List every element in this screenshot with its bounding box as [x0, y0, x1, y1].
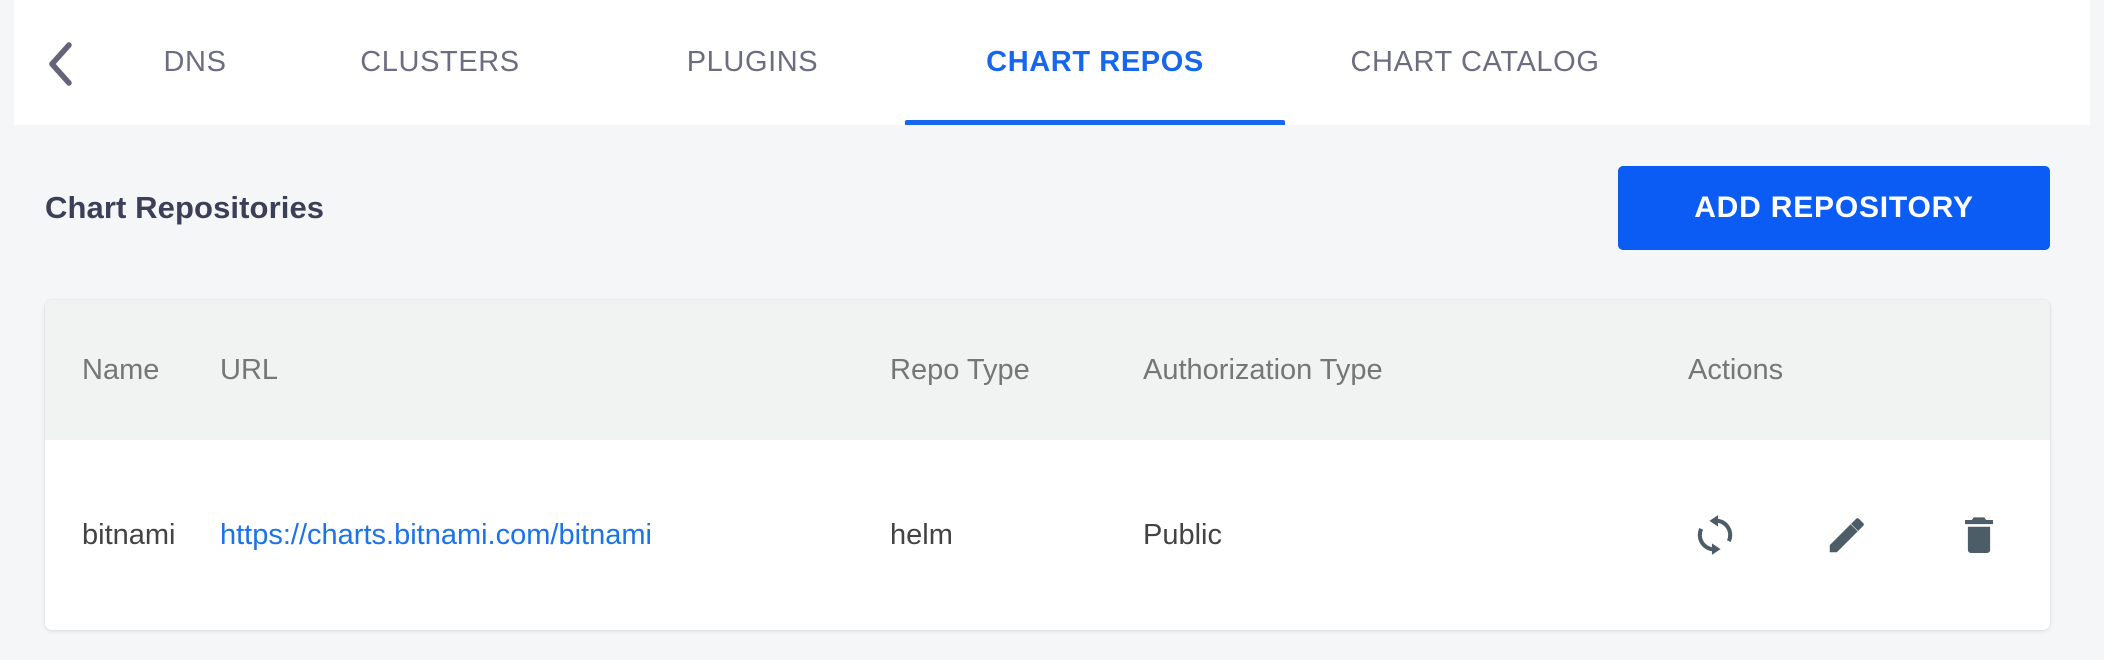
chart-repositories-table: Name URL Repo Type Authorization Type Ac…: [45, 300, 2050, 630]
tab-clusters[interactable]: CLUSTERS: [280, 0, 600, 125]
sync-icon[interactable]: [1691, 511, 1739, 559]
row-actions: [1688, 440, 2050, 630]
tab-bar-left-edge: [0, 0, 14, 125]
tab-plugins-label: PLUGINS: [686, 46, 819, 78]
add-repository-button[interactable]: ADD REPOSITORY: [1618, 165, 2050, 250]
table-body: bitnami https://charts.bitnami.com/bitna…: [45, 440, 2050, 630]
table-header-row: Name URL Repo Type Authorization Type Ac…: [45, 300, 2050, 440]
repository-url-link[interactable]: https://charts.bitnami.com/bitnami: [220, 519, 652, 551]
chart-repositories-table-card: Name URL Repo Type Authorization Type Ac…: [45, 300, 2050, 630]
column-header-name[interactable]: Name: [45, 300, 220, 440]
tab-dns[interactable]: DNS: [110, 0, 280, 125]
tab-clusters-label: CLUSTERS: [360, 46, 520, 78]
edit-icon[interactable]: [1823, 511, 1871, 559]
top-tab-bar: DNS CLUSTERS PLUGINS CHART REPOS CHART C…: [0, 0, 2104, 125]
table-row: bitnami https://charts.bitnami.com/bitna…: [45, 440, 2050, 630]
delete-icon[interactable]: [1955, 511, 2003, 559]
tab-chart-catalog-label: CHART CATALOG: [1350, 46, 1600, 78]
cell-authorization-type: Public: [1143, 440, 1688, 630]
cell-name: bitnami: [45, 440, 220, 630]
table-header: Name URL Repo Type Authorization Type Ac…: [45, 300, 2050, 440]
tab-chart-repos[interactable]: CHART REPOS: [905, 0, 1285, 125]
chevron-left-icon: [47, 42, 73, 86]
page-title: Chart Repositories: [45, 189, 325, 225]
back-button[interactable]: [32, 36, 88, 92]
tab-bar-right-edge: [2090, 0, 2104, 125]
column-header-repo-type[interactable]: Repo Type: [890, 300, 1143, 440]
column-header-url[interactable]: URL: [220, 300, 890, 440]
cell-actions: [1688, 440, 2050, 630]
column-header-actions: Actions: [1688, 353, 1784, 386]
column-header-authorization-type[interactable]: Authorization Type: [1143, 300, 1688, 440]
tab-chart-catalog[interactable]: CHART CATALOG: [1285, 0, 1665, 125]
cell-repo-type: helm: [890, 440, 1143, 630]
page-content: Chart Repositories ADD REPOSITORY Name U…: [0, 125, 2104, 660]
page-header: Chart Repositories ADD REPOSITORY: [45, 165, 2050, 250]
tab-plugins[interactable]: PLUGINS: [600, 0, 905, 125]
tab-chart-repos-label: CHART REPOS: [986, 46, 1204, 78]
tab-list: DNS CLUSTERS PLUGINS CHART REPOS CHART C…: [110, 0, 1665, 125]
tab-dns-label: DNS: [163, 46, 227, 78]
cell-url: https://charts.bitnami.com/bitnami: [220, 440, 890, 630]
